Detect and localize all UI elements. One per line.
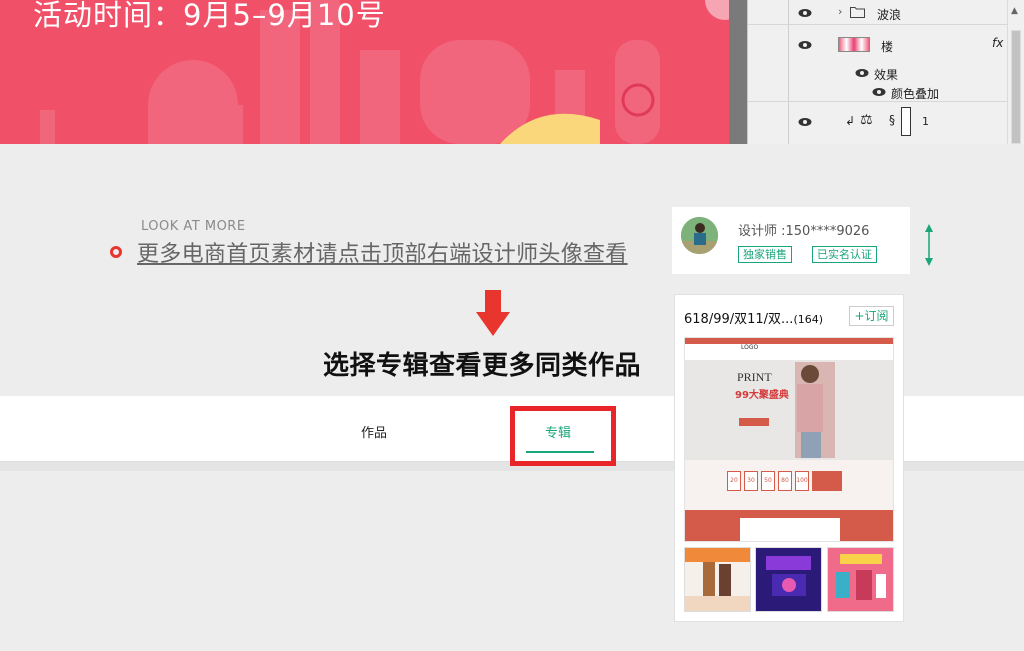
eye-icon[interactable] (855, 68, 869, 78)
fx-icon[interactable]: fx (992, 36, 1003, 50)
album-thumbnail[interactable] (684, 547, 751, 612)
tab-works[interactable]: 作品 (361, 422, 387, 441)
chevron-right-icon[interactable]: › (838, 5, 842, 18)
balance-adjustment-icon: ⚖ (860, 112, 873, 128)
highlight-box (510, 406, 616, 466)
bullet-ring-icon (110, 246, 122, 258)
clip-arrow-icon: ↲ (845, 114, 856, 128)
layer-name: 波浪 (877, 8, 902, 22)
eye-icon[interactable] (872, 87, 886, 97)
preview-hero-sub: 99大聚盛典 (735, 390, 789, 401)
coupon: 100 (795, 471, 809, 491)
activity-banner: 活动时间：9月5–9月10号 (0, 0, 747, 144)
scrollbar-thumb[interactable] (1011, 30, 1021, 144)
preview-coupons: 20 30 50 80 100 (727, 471, 842, 491)
album-name: 618/99/双11/双... (684, 312, 794, 327)
album-cover[interactable]: LOGO PRINT 99大聚盛典 20 30 50 80 100 (684, 337, 894, 542)
coupon: 30 (744, 471, 758, 491)
designer-name[interactable]: 设计师 :150****9026 (738, 220, 869, 239)
effect-name: 颜色叠加 (891, 87, 940, 101)
layer-thumbnail (838, 37, 870, 52)
eye-icon[interactable] (798, 40, 812, 50)
designer-card: 设计师 :150****9026 独家销售 已实名认证 (672, 207, 910, 274)
look-more-caption: LOOK AT MORE (141, 219, 246, 234)
folder-icon (850, 7, 865, 18)
banner-title: 活动时间：9月5–9月10号 (33, 0, 386, 32)
coupon: 20 (727, 471, 741, 491)
eye-icon[interactable] (798, 117, 812, 127)
layers-scrollbar[interactable]: ▲ (1007, 0, 1024, 144)
subscribe-button[interactable]: +订阅 (849, 306, 894, 326)
album-thumbnail[interactable] (827, 547, 894, 612)
canvas-gutter (729, 0, 747, 144)
up-down-arrow-icon (925, 224, 933, 266)
verified-badge: 已实名认证 (812, 246, 877, 263)
avatar[interactable] (681, 217, 718, 254)
album-card[interactable]: 618/99/双11/双...(164) +订阅 LOGO PRINT 99大聚… (674, 294, 904, 622)
album-title[interactable]: 618/99/双11/双...(164) (684, 308, 823, 327)
album-count: (164) (793, 313, 824, 326)
eye-icon[interactable] (798, 8, 812, 18)
effect-color-overlay-row[interactable]: 颜色叠加 (748, 83, 1024, 102)
layer-row-wave[interactable]: › 波浪 (748, 0, 1024, 25)
layer-row-building[interactable]: 楼 fx (748, 25, 1024, 65)
link-icon[interactable]: § (889, 113, 895, 127)
exclusive-badge: 独家销售 (738, 246, 792, 263)
preview-logo: LOGO (741, 344, 759, 351)
album-thumbnail[interactable] (755, 547, 822, 612)
layer-name: 楼 (881, 40, 894, 54)
preview-hero-word: PRINT (737, 370, 772, 384)
headline: 选择专辑查看更多同类作品 (323, 351, 642, 381)
effects-label: 效果 (874, 68, 899, 82)
coupon-banner (812, 471, 842, 491)
layer-row-1[interactable]: ↲ ⚖ § 1 (748, 102, 1024, 144)
down-arrow-icon (476, 290, 510, 336)
look-more-link[interactable]: 更多电商首页素材请点击顶部右端设计师头像查看 (137, 236, 628, 268)
layer-name: 1 (922, 115, 929, 128)
scroll-up-icon[interactable]: ▲ (1011, 6, 1018, 16)
effects-row[interactable]: 效果 (748, 65, 1024, 83)
layers-panel: › 波浪 楼 fx 效果 颜色叠加 ↲ ⚖ § 1 ▲ (747, 0, 1024, 144)
layer-mask-thumbnail[interactable] (901, 107, 911, 136)
coupon: 50 (761, 471, 775, 491)
coupon: 80 (778, 471, 792, 491)
